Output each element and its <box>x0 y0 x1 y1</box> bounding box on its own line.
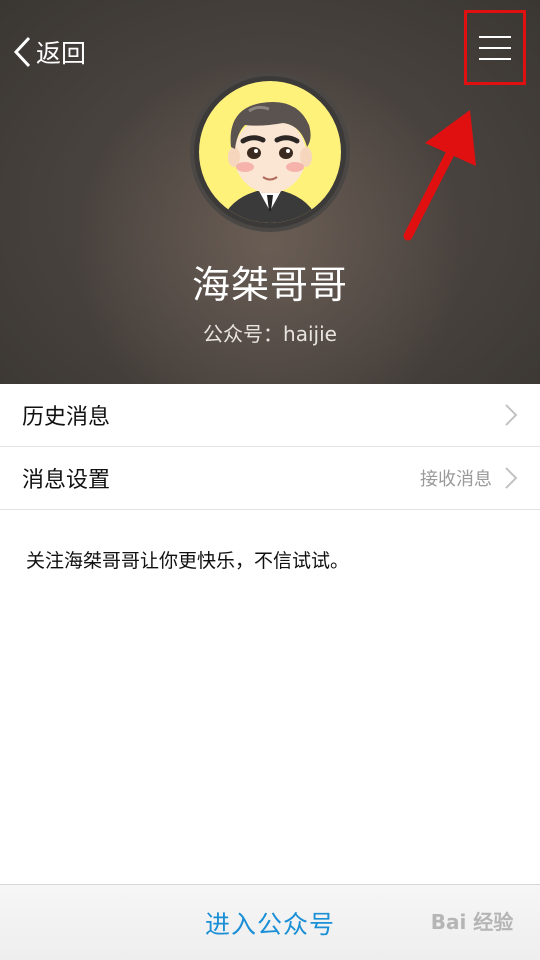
chevron-right-icon <box>505 404 518 426</box>
row-value: 接收消息 <box>420 469 492 490</box>
settings-list: 历史消息 消息设置 接收消息 <box>0 384 540 510</box>
baidu-watermark: Bai 经验 <box>430 909 514 934</box>
chevron-right-icon <box>505 467 518 489</box>
account-description: 关注海桀哥哥让你更快乐，不信试试。 <box>26 550 350 572</box>
profile-name: 海桀哥哥 <box>191 263 348 307</box>
history-messages-row[interactable]: 历史消息 <box>0 384 540 447</box>
menu-button[interactable] <box>464 10 526 85</box>
chevron-left-icon <box>13 36 31 68</box>
profile-account-id: 公众号：haijie <box>203 322 337 346</box>
message-settings-row[interactable]: 消息设置 接收消息 <box>0 447 540 510</box>
back-button[interactable]: 返回 <box>12 30 86 74</box>
back-label: 返回 <box>36 39 87 68</box>
row-label: 消息设置 <box>22 468 111 493</box>
enter-account-button[interactable]: 进入公众号 <box>205 905 335 941</box>
cartoon-avatar-image <box>221 101 319 223</box>
avatar[interactable] <box>190 72 350 232</box>
profile-page: 返回 海桀哥哥 公众号：haijie 历史消息 消息设置 接收消息 关注海桀哥哥… <box>0 0 540 960</box>
menu-icon <box>479 35 511 38</box>
red-arrow-annotation <box>403 110 476 241</box>
row-label: 历史消息 <box>22 405 111 430</box>
profile-header: 返回 海桀哥哥 公众号：haijie <box>0 0 540 384</box>
